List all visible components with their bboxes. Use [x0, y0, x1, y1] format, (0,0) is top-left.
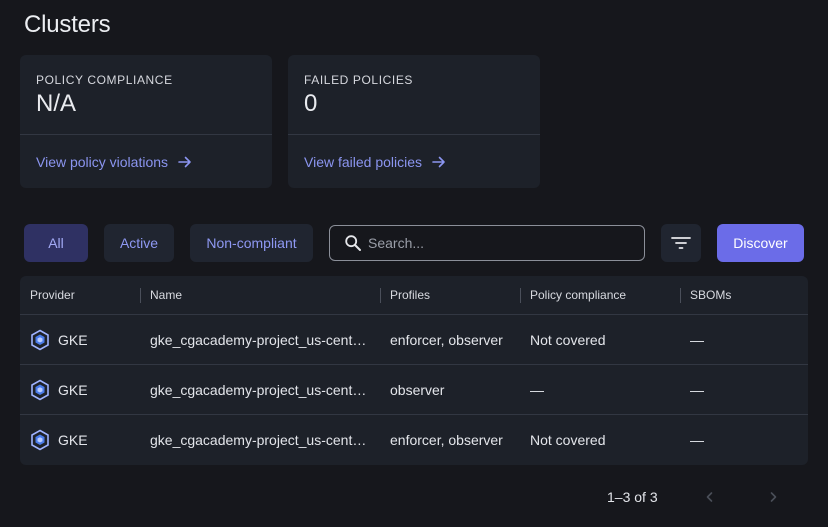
view-policy-violations-label: View policy violations — [36, 153, 169, 170]
view-policy-violations-link[interactable]: View policy violations — [20, 135, 272, 188]
profiles-cell: observer — [390, 381, 445, 398]
cluster-name-cell: gke_cgacademy-project_us-central1 — [150, 432, 370, 448]
provider-label: GKE — [58, 381, 88, 398]
policy-compliance-card: POLICY COMPLIANCE N/A View policy violat… — [20, 55, 272, 188]
next-page-button[interactable] — [762, 486, 784, 508]
column-separator — [680, 288, 681, 303]
sboms-cell: — — [690, 432, 704, 448]
table-row[interactable]: GKE gke_cgacademy-project_us-central1 ob… — [20, 365, 808, 415]
column-header-policy-compliance[interactable]: Policy compliance — [520, 276, 680, 314]
provider-cell: GKE — [20, 329, 140, 351]
sboms-cell: — — [690, 331, 704, 348]
provider-label: GKE — [58, 432, 88, 448]
search-icon — [345, 235, 361, 251]
policy-compliance-cell: Not covered — [530, 432, 606, 448]
policy-compliance-value: N/A — [36, 90, 77, 117]
gke-icon — [30, 379, 50, 401]
previous-page-button[interactable] — [699, 486, 721, 508]
card-header: FAILED POLICIES 0 — [288, 55, 540, 135]
arrow-right-icon — [178, 156, 191, 167]
policy-compliance-cell: Not covered — [530, 331, 606, 348]
filter-all-chip[interactable]: All — [24, 224, 88, 262]
profiles-cell: enforcer, observer — [390, 331, 503, 348]
sboms-cell: — — [690, 381, 704, 398]
filter-active-chip[interactable]: Active — [104, 224, 174, 262]
column-separator — [520, 288, 521, 303]
view-failed-policies-link[interactable]: View failed policies — [288, 135, 540, 188]
provider-label: GKE — [58, 331, 88, 348]
pagination-range: 1–3 of 3 — [607, 489, 658, 505]
column-header-provider[interactable]: Provider — [20, 276, 140, 314]
gke-icon — [30, 329, 50, 351]
column-header-sboms[interactable]: SBOMs — [680, 276, 808, 314]
search-box — [329, 225, 645, 261]
discover-button[interactable]: Discover — [717, 224, 804, 262]
table-row[interactable]: GKE gke_cgacademy-project_us-central1 en… — [20, 415, 808, 465]
cluster-name-cell: gke_cgacademy-project_us-central1 — [150, 381, 370, 398]
search-input[interactable] — [368, 235, 618, 251]
provider-cell: GKE — [20, 429, 140, 451]
failed-policies-label: FAILED POLICIES — [304, 73, 414, 87]
clusters-table: Provider Name Profiles Policy compliance… — [20, 276, 808, 465]
profiles-cell: enforcer, observer — [390, 432, 503, 448]
filter-button[interactable] — [661, 224, 701, 262]
column-separator — [380, 288, 381, 303]
column-separator — [140, 288, 141, 303]
table-header: Provider Name Profiles Policy compliance… — [20, 276, 808, 315]
gke-icon — [30, 429, 50, 451]
filter-list-icon — [671, 237, 691, 249]
card-header: POLICY COMPLIANCE N/A — [20, 55, 272, 135]
failed-policies-value: 0 — [304, 90, 318, 117]
table-row[interactable]: GKE gke_cgacademy-project_us-central1 en… — [20, 315, 808, 365]
policy-compliance-cell: — — [530, 381, 544, 398]
arrow-right-icon — [432, 156, 445, 167]
cluster-name-cell: gke_cgacademy-project_us-central1 — [150, 331, 370, 348]
page-title: Clusters — [24, 11, 111, 38]
failed-policies-card: FAILED POLICIES 0 View failed policies — [288, 55, 540, 188]
chevron-left-icon — [706, 492, 713, 502]
chevron-right-icon — [770, 492, 777, 502]
policy-compliance-label: POLICY COMPLIANCE — [36, 73, 173, 87]
filter-non-compliant-chip[interactable]: Non-compliant — [190, 224, 313, 262]
view-failed-policies-label: View failed policies — [304, 153, 423, 170]
provider-cell: GKE — [20, 379, 140, 401]
column-header-name[interactable]: Name — [140, 276, 380, 314]
column-header-profiles[interactable]: Profiles — [380, 276, 520, 314]
